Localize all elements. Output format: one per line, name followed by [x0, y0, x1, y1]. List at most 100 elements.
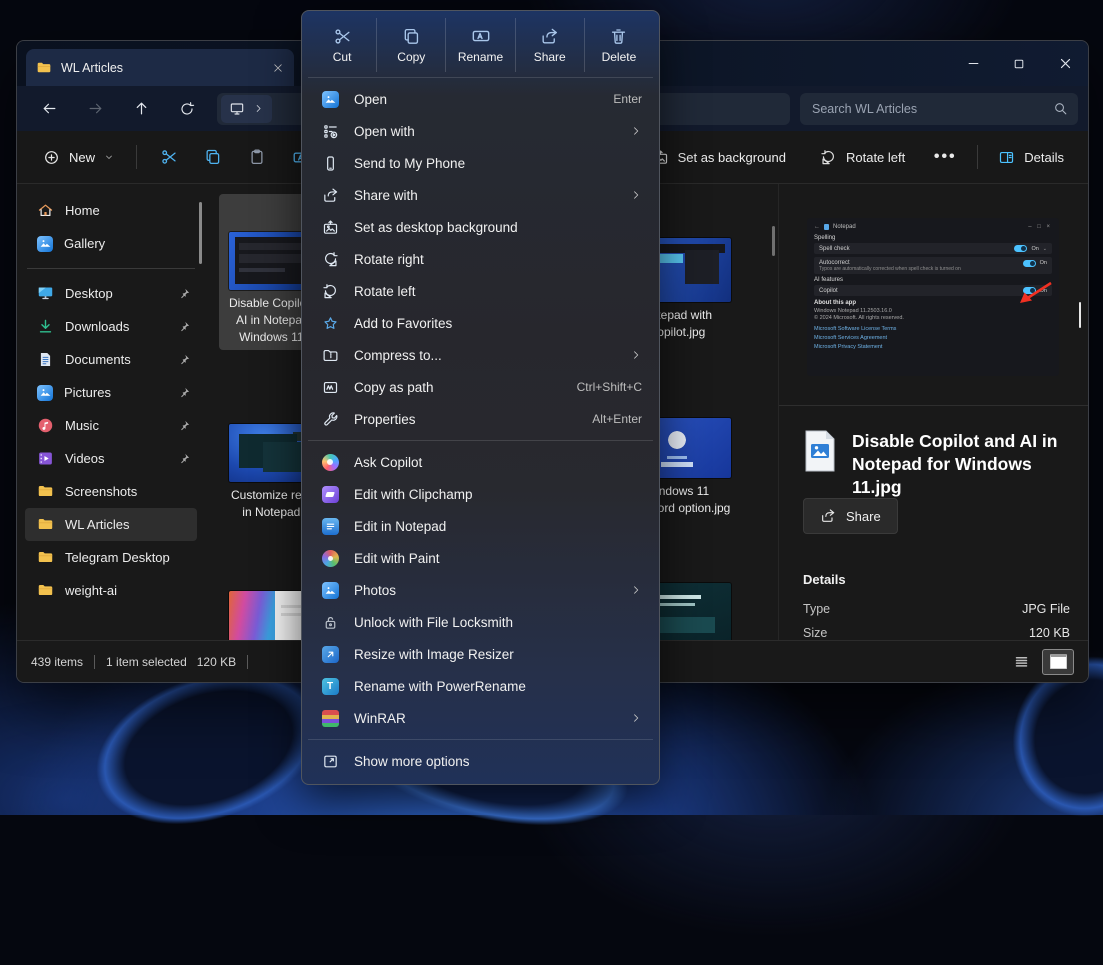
winrar-icon — [322, 710, 339, 727]
menu-item-label: Ask Copilot — [354, 455, 642, 470]
file-grid-scrollbar[interactable] — [772, 226, 775, 256]
sidebar-item-downloads[interactable]: Downloads — [25, 310, 197, 343]
context-menu-item-compress-to[interactable]: Compress to... — [306, 339, 655, 371]
new-button[interactable]: New — [31, 140, 126, 174]
wrench-icon — [322, 411, 339, 428]
sidebar-item-documents[interactable]: Documents — [25, 343, 197, 376]
close-button[interactable] — [1042, 41, 1088, 86]
menu-item-label: Unlock with File Locksmith — [354, 615, 642, 630]
pictures-icon — [37, 385, 53, 401]
paste-toolbar-button[interactable] — [235, 140, 279, 174]
details-view-button[interactable] — [1006, 650, 1036, 674]
breadcrumb[interactable] — [221, 95, 272, 123]
image-resizer-icon — [322, 646, 339, 663]
sidebar-item-screenshots[interactable]: Screenshots — [25, 475, 197, 508]
set-as-background-button[interactable]: Set as background — [642, 140, 796, 174]
copy-toolbar-button[interactable] — [191, 140, 235, 174]
back-button[interactable] — [27, 92, 71, 126]
details-pane-icon — [998, 149, 1015, 166]
refresh-button[interactable] — [165, 92, 209, 126]
sidebar-item-label: Videos — [65, 451, 167, 466]
context-menu-item-open-with[interactable]: Open with — [306, 115, 655, 147]
red-annotation-arrow — [1007, 280, 1053, 310]
sidebar-item-weight-ai[interactable]: weight-ai — [25, 574, 197, 607]
minimize-icon — [966, 56, 981, 71]
forward-button[interactable] — [73, 92, 117, 126]
rotate-left-label: Rotate left — [846, 150, 905, 165]
thumbnail-view-icon — [1050, 654, 1067, 669]
folder-icon — [37, 516, 54, 533]
chevron-right-icon — [630, 712, 642, 724]
rotate-left-button[interactable]: Rotate left — [810, 140, 915, 174]
sidebar-item-telegram-desktop[interactable]: Telegram Desktop — [25, 541, 197, 574]
rename-button[interactable]: Rename — [446, 18, 515, 72]
share-button[interactable]: Share — [803, 498, 898, 534]
tab-close-icon[interactable] — [272, 62, 284, 74]
share-button[interactable]: Share — [516, 18, 585, 72]
pin-icon — [178, 353, 191, 366]
context-menu-item-open[interactable]: Open Enter — [306, 83, 655, 115]
more-options-button[interactable]: ••• — [923, 140, 967, 174]
cut-toolbar-button[interactable] — [147, 140, 191, 174]
context-menu-item-rename-with-powerrename[interactable]: T Rename with PowerRename — [306, 670, 655, 702]
context-menu-item-resize-with-image-resizer[interactable]: Resize with Image Resizer — [306, 638, 655, 670]
delete-icon — [609, 27, 628, 46]
size-label: Size — [803, 626, 827, 640]
context-menu-item-set-as-desktop-background[interactable]: Set as desktop background — [306, 211, 655, 243]
menu-item-label: Share with — [354, 188, 620, 203]
minimize-button[interactable] — [950, 41, 996, 86]
sidebar-item-wl-articles[interactable]: WL Articles — [25, 508, 197, 541]
sidebar-item-desktop[interactable]: Desktop — [25, 277, 197, 310]
chevron-right-icon — [253, 103, 264, 114]
menu-item-label: Open with — [354, 124, 620, 139]
context-menu-item-edit-with-paint[interactable]: Edit with Paint — [306, 542, 655, 574]
sidebar-scrollbar[interactable] — [199, 202, 202, 264]
details-toggle-button[interactable]: Details — [988, 140, 1074, 174]
type-value: JPG File — [1022, 602, 1070, 616]
context-menu-item-rotate-left[interactable]: Rotate left — [306, 275, 655, 307]
context-menu-item-ask-copilot[interactable]: Ask Copilot — [306, 446, 655, 478]
rename-label: Rename — [458, 50, 503, 64]
menu-item-label: Photos — [354, 583, 620, 598]
context-menu-item-add-to-favorites[interactable]: Add to Favorites — [306, 307, 655, 339]
desktop-wallpaper: { "titlebar": { "tab_label": "WL Article… — [0, 0, 1103, 815]
photos-icon — [322, 582, 339, 599]
context-menu-item-show-more-options[interactable]: Show more options — [306, 745, 655, 777]
sidebar-item-label: Downloads — [65, 319, 167, 334]
sidebar-item-videos[interactable]: Videos — [25, 442, 197, 475]
sidebar-item-label: Home — [65, 203, 191, 218]
large-icons-view-button[interactable] — [1042, 649, 1074, 675]
context-menu-item-rotate-right[interactable]: Rotate right — [306, 243, 655, 275]
forward-icon — [87, 100, 104, 117]
sidebar-item-music[interactable]: Music — [25, 409, 197, 442]
delete-button[interactable]: Delete — [585, 18, 653, 72]
compress-icon — [322, 347, 339, 364]
context-menu-item-edit-in-notepad[interactable]: Edit in Notepad — [306, 510, 655, 542]
context-menu-item-photos[interactable]: Photos — [306, 574, 655, 606]
context-menu-item-share-with[interactable]: Share with — [306, 179, 655, 211]
context-menu-item-winrar[interactable]: WinRAR — [306, 702, 655, 734]
context-menu-item-unlock-with-file-locksmith[interactable]: Unlock with File Locksmith — [306, 606, 655, 638]
up-button[interactable] — [119, 92, 163, 126]
selection-count: 1 item selected — [106, 655, 187, 669]
context-menu-item-properties[interactable]: Properties Alt+Enter — [306, 403, 655, 435]
new-label: New — [69, 150, 95, 165]
music-icon — [37, 417, 54, 434]
sidebar-divider — [27, 268, 195, 269]
rotate-right-icon — [322, 251, 339, 268]
search-icon — [1053, 101, 1068, 116]
tab-wl-articles[interactable]: WL Articles — [26, 49, 294, 86]
photos-icon — [322, 91, 339, 108]
maximize-button[interactable] — [996, 41, 1042, 86]
cut-button[interactable]: Cut — [308, 18, 377, 72]
copy-button[interactable]: Copy — [377, 18, 446, 72]
notepad-icon — [322, 518, 339, 535]
sidebar-item-home[interactable]: Home — [25, 194, 197, 227]
context-menu-item-edit-with-clipchamp[interactable]: Edit with Clipchamp — [306, 478, 655, 510]
context-menu-item-copy-as-path[interactable]: Copy as path Ctrl+Shift+C — [306, 371, 655, 403]
context-menu-item-send-to-my-phone[interactable]: Send to My Phone — [306, 147, 655, 179]
sidebar-item-gallery[interactable]: Gallery — [25, 227, 197, 260]
search-input[interactable] — [800, 93, 1078, 125]
sidebar-item-pictures[interactable]: Pictures — [25, 376, 197, 409]
menu-item-label: Open — [354, 92, 603, 107]
